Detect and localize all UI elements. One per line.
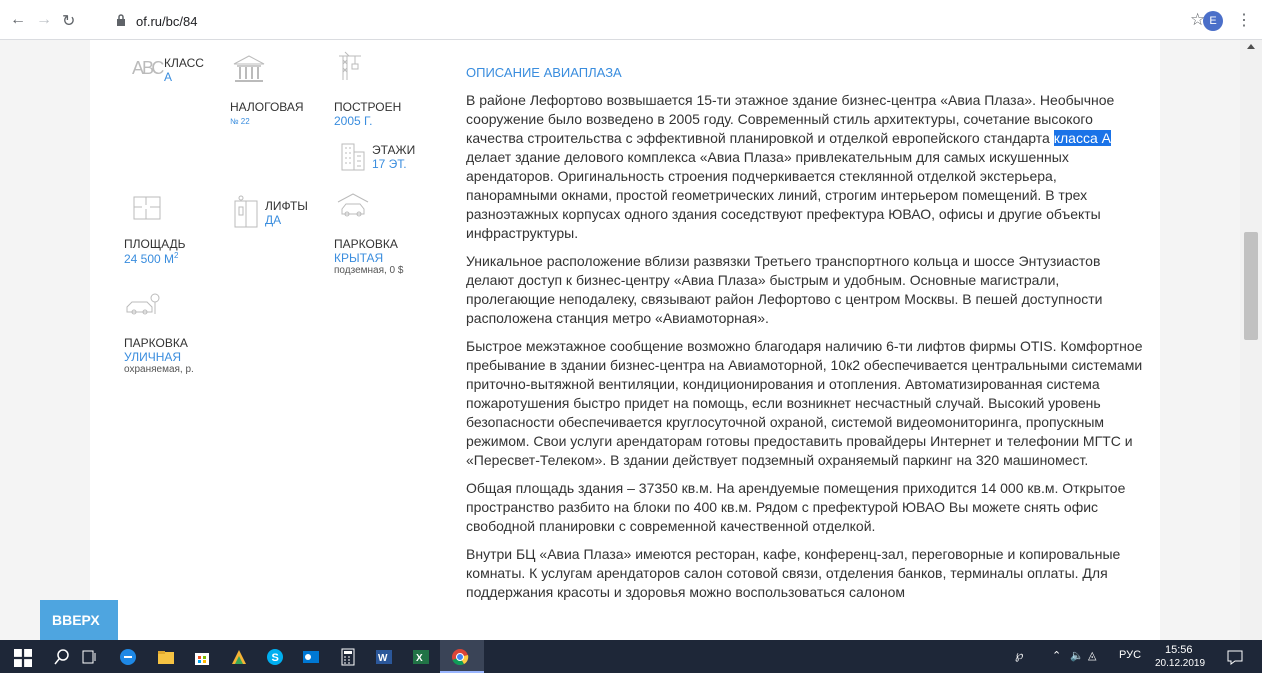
tray-chevron-icon[interactable]: ⌃: [1052, 649, 1061, 662]
svg-text:W: W: [378, 653, 388, 664]
feature-tax: НАЛОГОВАЯ № 22: [230, 100, 304, 126]
description-paragraph: Общая площадь здания – 37350 кв.м. На ар…: [466, 480, 1126, 534]
skype-icon[interactable]: S: [266, 648, 284, 666]
clock-date[interactable]: 20.12.2019: [1155, 658, 1205, 669]
tax-label: НАЛОГОВАЯ: [230, 100, 304, 114]
feature-area: ПЛОЩАДЬ 24 500 М2: [124, 237, 186, 266]
parking-covered-label: ПАРКОВКА: [334, 237, 398, 251]
calculator-icon[interactable]: [339, 648, 357, 666]
feature-lifts: ЛИФТЫ ДА: [265, 199, 308, 227]
outlook-icon[interactable]: [302, 648, 320, 666]
parking-street-value: УЛИЧНАЯ: [124, 350, 182, 364]
floors-value: 17 ЭТ.: [372, 157, 407, 171]
description-title: ОПИСАНИЕ АВИАПЛАЗА: [466, 65, 622, 80]
task-view-icon[interactable]: [81, 648, 99, 666]
reload-icon[interactable]: ↻: [62, 11, 75, 31]
description-paragraph: В районе Лефортово возвышается 15-ти эта…: [466, 92, 1115, 241]
description-paragraph: Уникальное расположение вблизи развязки …: [466, 253, 1103, 326]
search-icon[interactable]: [53, 648, 71, 666]
file-explorer-icon[interactable]: [157, 648, 175, 666]
back-icon[interactable]: ←: [10, 11, 26, 29]
excel-icon[interactable]: X: [412, 648, 430, 666]
clock-time[interactable]: 15:56: [1165, 644, 1193, 656]
feature-floors: ЭТАЖИ 17 ЭТ.: [372, 143, 415, 171]
parking-street-label: ПАРКОВКА: [124, 336, 188, 350]
floors-building-icon: [341, 143, 365, 171]
edge-browser-icon[interactable]: [119, 648, 137, 666]
chart-app-icon[interactable]: [230, 648, 248, 666]
menu-icon[interactable]: ⋮: [1236, 10, 1252, 30]
parking-street-sub: охраняемая, р.: [124, 364, 194, 375]
feature-parking-street: ПАРКОВКА УЛИЧНАЯ охраняемая, р.: [124, 336, 194, 375]
floors-label: ЭТАЖИ: [372, 143, 416, 157]
class-label: КЛАСС: [164, 56, 204, 70]
network-icon[interactable]: ◬: [1088, 649, 1096, 662]
store-icon[interactable]: [193, 648, 211, 666]
feature-parking-covered: ПАРКОВКА КРЫТАЯ подземная, 0 $: [334, 237, 403, 276]
crane-icon: [339, 51, 361, 80]
lifts-label: ЛИФТЫ: [265, 199, 308, 213]
street-parking-icon: [126, 293, 160, 315]
svg-text:X: X: [416, 653, 423, 664]
scrollbar-thumb[interactable]: [1244, 232, 1258, 340]
chrome-icon[interactable]: [451, 648, 469, 666]
svg-text:S: S: [272, 652, 279, 664]
lifts-value: ДА: [265, 213, 282, 227]
description-paragraph: Быстрое межэтажное сообщение возможно бл…: [466, 338, 1143, 468]
people-icon[interactable]: ℘: [1015, 648, 1023, 662]
volume-icon[interactable]: 🔈: [1070, 649, 1084, 662]
forward-icon[interactable]: →: [36, 11, 52, 29]
elevator-icon: [234, 195, 258, 228]
lock-icon: [117, 14, 125, 26]
floor-plan-icon: [133, 196, 161, 220]
profile-avatar[interactable]: E: [1203, 11, 1223, 31]
parking-covered-sub: подземная, 0 $: [334, 265, 404, 276]
language-indicator[interactable]: РУС: [1119, 649, 1141, 661]
page-viewport: АВС КЛАСС A НАЛОГОВАЯ № 22 ПОСТРОЕН 2005…: [0, 40, 1262, 640]
tax-value: № 22: [230, 117, 250, 126]
class-value: A: [164, 70, 173, 84]
url-text: of.ru/bc/84: [136, 14, 198, 29]
built-label: ПОСТРОЕН: [334, 100, 402, 114]
parking-covered-value: КРЫТАЯ: [334, 251, 384, 265]
scroll-up-arrow-icon[interactable]: [1247, 44, 1255, 49]
feature-built: ПОСТРОЕН 2005 Г.: [334, 100, 401, 128]
covered-parking-icon: [337, 193, 369, 217]
selected-text[interactable]: класса А: [1053, 130, 1111, 146]
description-section: ОПИСАНИЕ АВИАПЛАЗА В районе Лефортово во…: [466, 65, 1146, 611]
notifications-icon[interactable]: [1226, 648, 1244, 666]
area-value: 24 500 М2: [124, 251, 179, 266]
building-columns-icon: [233, 55, 265, 82]
word-icon[interactable]: W: [375, 648, 393, 666]
windows-taskbar: S W X ℘ ⌃ 🔈 ◬ РУС 15:56 20.12.2019: [0, 640, 1262, 673]
windows-start-icon[interactable]: [14, 649, 32, 667]
abc-icon: АВС: [132, 58, 164, 78]
built-value: 2005 Г.: [334, 114, 373, 128]
browser-toolbar: ← → ↻ of.ru/bc/84 ☆ E ⋮: [0, 0, 1262, 40]
description-paragraph: Внутри БЦ «Авиа Плаза» имеются ресторан,…: [466, 546, 1121, 600]
scroll-up-button[interactable]: ВВЕРХ: [40, 600, 118, 640]
scrollbar[interactable]: [1240, 40, 1262, 640]
address-bar[interactable]: of.ru/bc/84: [110, 9, 1190, 35]
area-label: ПЛОЩАДЬ: [124, 237, 186, 251]
